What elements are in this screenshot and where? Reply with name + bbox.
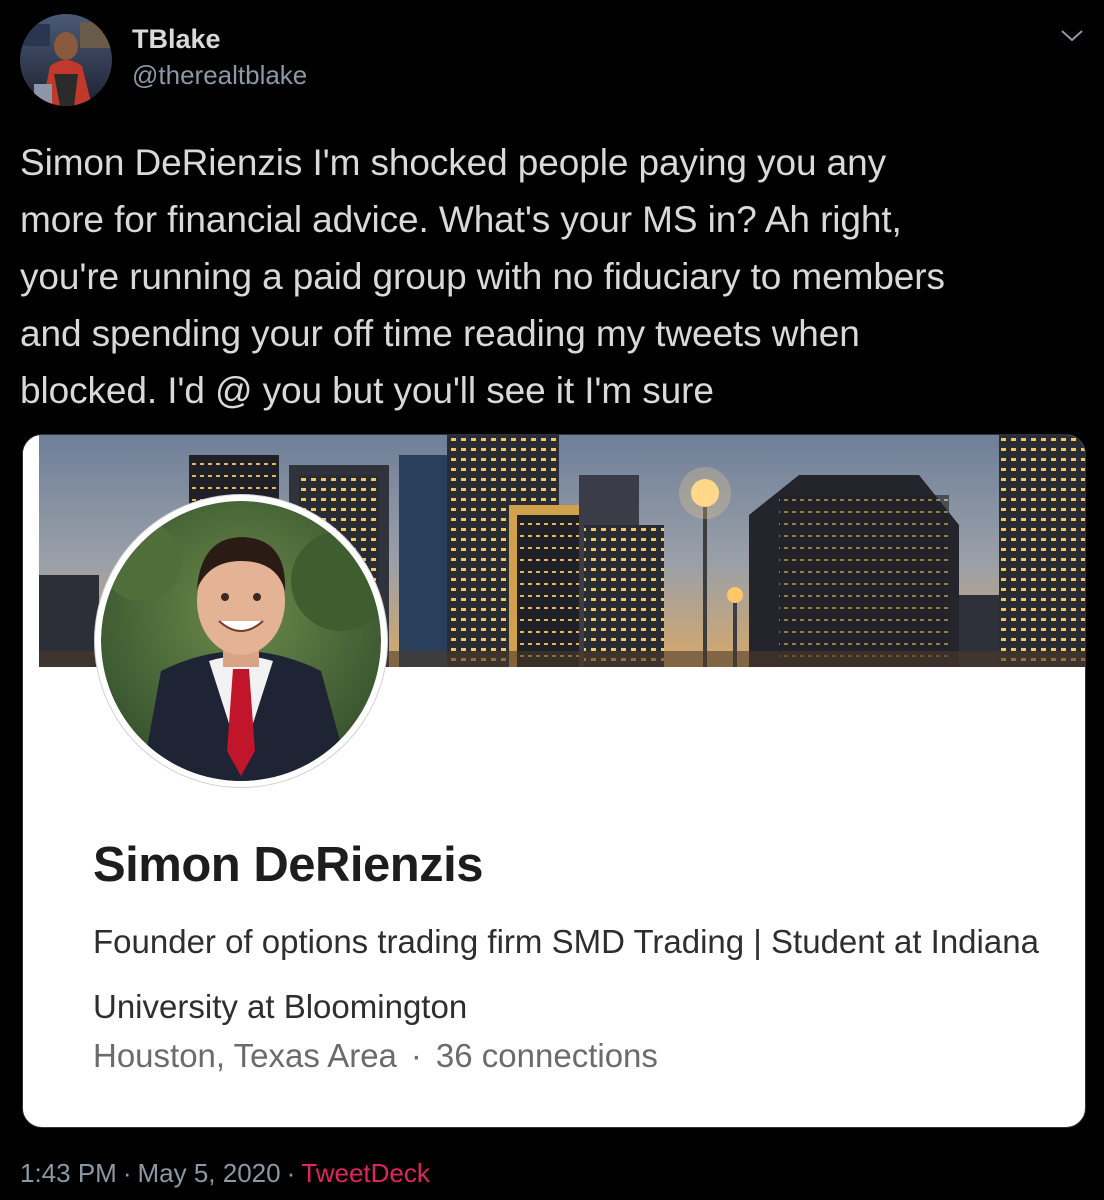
profile-connections[interactable]: 36 connections — [436, 1037, 658, 1074]
profile-headline: Founder of options trading firm SMD Trad… — [93, 923, 1039, 1025]
meta-separator: · — [122, 1158, 132, 1188]
meta-separator: · — [286, 1158, 296, 1188]
tweet-text: Simon DeRienzis I'm shocked people payin… — [20, 142, 945, 411]
profile-location: Houston, Texas Area — [93, 1037, 397, 1074]
profile-name[interactable]: Simon DeRienzis — [93, 837, 484, 893]
tweet-time[interactable]: 1:43 PM — [20, 1158, 117, 1188]
chevron-down-icon[interactable] — [1058, 26, 1086, 46]
author-avatar[interactable] — [20, 14, 112, 106]
profile-location-row: Houston, Texas Area · 36 connections — [93, 1037, 658, 1075]
tweet-meta: 1:43 PM · May 5, 2020 · TweetDeck — [20, 1158, 430, 1189]
separator-dot: · — [410, 1037, 422, 1074]
card-margin — [23, 435, 39, 1127]
profile-photo[interactable] — [95, 495, 387, 787]
tweet-client-link[interactable]: TweetDeck — [301, 1158, 430, 1188]
author-handle[interactable]: @therealtblake — [132, 60, 307, 91]
profile-card-image[interactable]: Simon DeRienzis Founder of options tradi… — [22, 434, 1086, 1128]
tweet: TBlake @therealtblake Simon DeRienzis I'… — [0, 0, 1104, 1200]
author-name[interactable]: TBlake — [132, 24, 221, 55]
tweet-date[interactable]: May 5, 2020 — [138, 1158, 281, 1188]
